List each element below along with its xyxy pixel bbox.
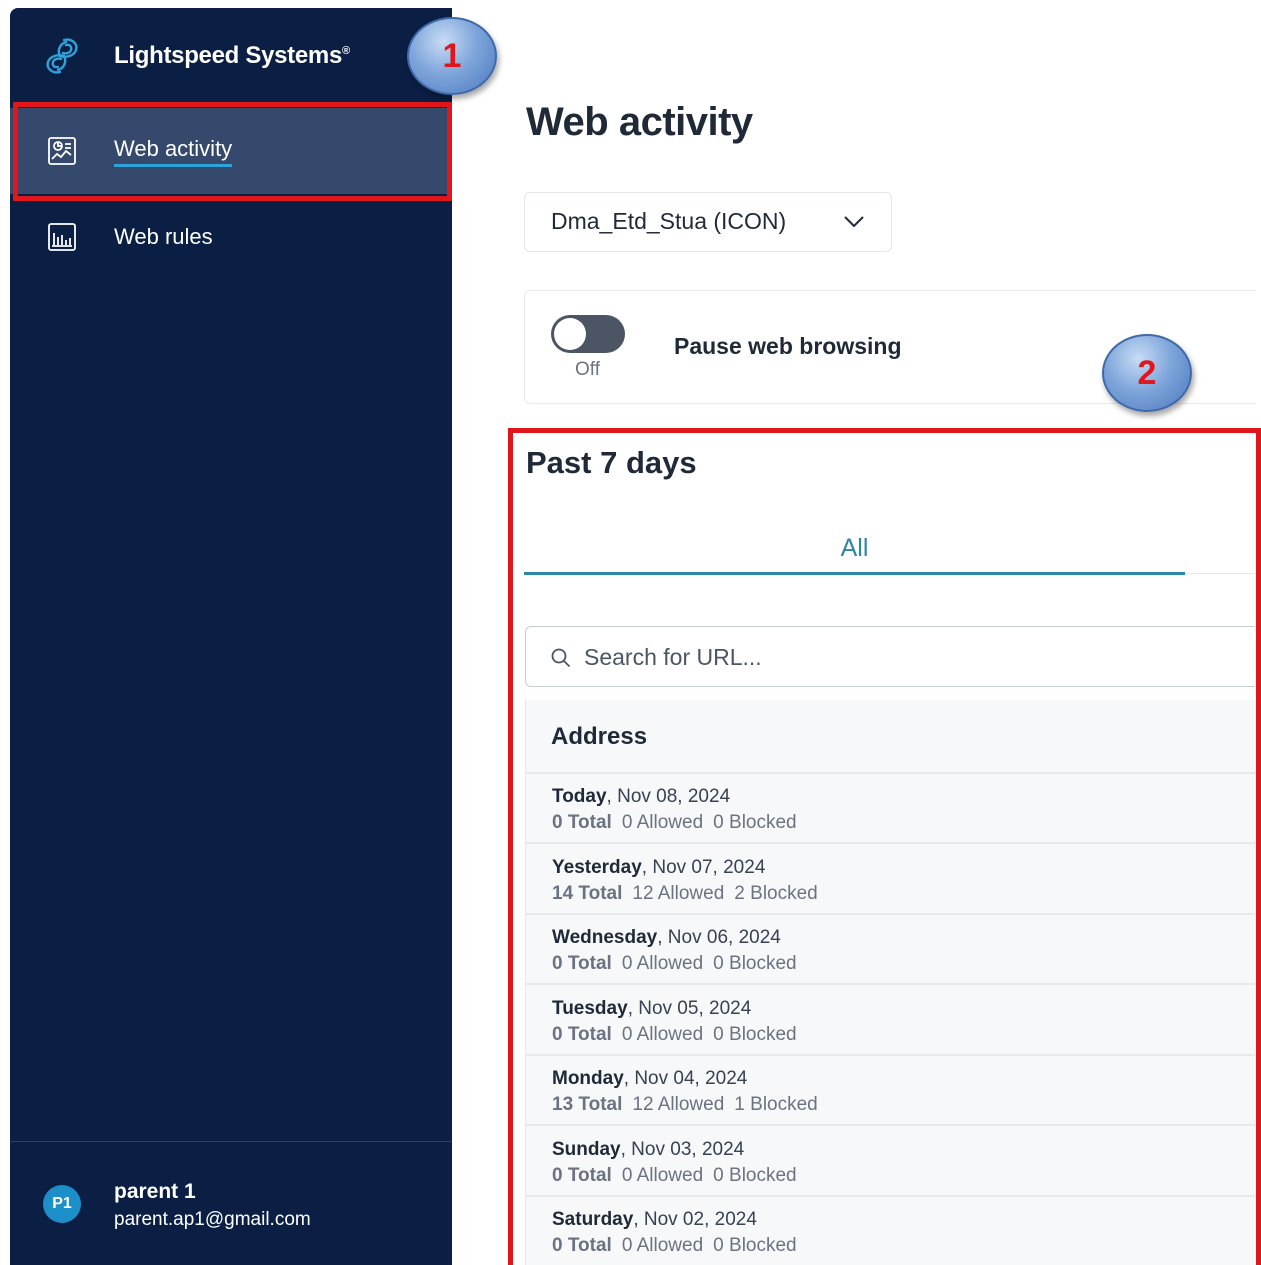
tab-all[interactable]: All <box>524 530 1185 575</box>
lightspeed-logo-icon <box>46 38 78 74</box>
blocked-count: 1 Blocked <box>734 1094 818 1115</box>
user-email: parent.ap1@gmail.com <box>114 1209 311 1230</box>
total-count: 0 Total <box>552 953 612 974</box>
allowed-count: 0 Allowed <box>621 1024 704 1045</box>
table-row[interactable]: Today, Nov 08, 2024 0 Total 0 Allowed 0 Bl… <box>526 774 1255 844</box>
table-header: Address <box>526 700 1255 774</box>
table-row[interactable]: Wednesday, Nov 06, 2024 0 Total 0 Allowed… <box>526 915 1255 985</box>
blocked-count: 0 Blocked <box>713 812 797 833</box>
table-row[interactable]: Saturday, Nov 02, 2024 0 Total 0 Allowed 0… <box>526 1197 1255 1265</box>
annotation-badge-1: 1 <box>407 17 497 95</box>
row-stats: 0 Total 0 Allowed 0 Blocked <box>552 1235 797 1257</box>
row-stats: 14 Total 12 Allowed 2 Blocked <box>552 883 818 905</box>
nav-item-web-activity[interactable]: Web activity <box>10 108 452 194</box>
table-row[interactable]: Monday, Nov 04, 2024 13 Total 12 Allowed 1… <box>526 1056 1255 1126</box>
nav-item-label: Web activity <box>114 136 233 167</box>
allowed-count: 0 Allowed <box>621 953 704 974</box>
user-name: parent 1 <box>114 1180 196 1203</box>
pause-browsing-label: Pause web browsing <box>674 333 902 359</box>
allowed-count: 0 Allowed <box>621 812 704 833</box>
row-date: Yesterday, Nov 07, 2024 <box>552 857 766 878</box>
chevron-down-icon <box>844 216 864 228</box>
brand[interactable]: Lightspeed Systems® <box>40 32 350 80</box>
brand-name: Lightspeed Systems® <box>114 42 350 69</box>
nav-item-label: Web rules <box>114 224 213 249</box>
row-date: Today, Nov 08, 2024 <box>552 786 731 807</box>
total-count: 0 Total <box>552 812 612 833</box>
child-select-value: Dma_Etd_Stua (ICON) <box>551 208 787 234</box>
row-stats: 13 Total 12 Allowed 1 Blocked <box>552 1094 818 1116</box>
table-row[interactable]: Yesterday, Nov 07, 2024 14 Total 12 Allow… <box>526 845 1255 915</box>
pause-browsing-toggle[interactable] <box>551 315 625 353</box>
column-header-address: Address <box>551 723 648 750</box>
activity-table: Address Today, Nov 08, 2024 0 Total 0 All… <box>525 700 1255 1265</box>
total-count: 13 Total <box>552 1094 623 1115</box>
row-date: Sunday, Nov 03, 2024 <box>552 1139 745 1160</box>
total-count: 0 Total <box>552 1165 612 1186</box>
row-stats: 0 Total 0 Allowed 0 Blocked <box>552 812 797 834</box>
allowed-count: 12 Allowed <box>632 883 725 904</box>
total-count: 0 Total <box>552 1235 612 1256</box>
activity-chart-icon <box>48 137 76 165</box>
total-count: 14 Total <box>552 883 623 904</box>
row-stats: 0 Total 0 Allowed 0 Blocked <box>552 1024 797 1046</box>
row-date: Tuesday, Nov 05, 2024 <box>552 998 752 1019</box>
blocked-count: 0 Blocked <box>713 953 797 974</box>
allowed-count: 12 Allowed <box>632 1094 725 1115</box>
row-date: Saturday, Nov 02, 2024 <box>552 1209 757 1230</box>
child-select-dropdown[interactable]: Dma_Etd_Stua (ICON) <box>524 192 892 252</box>
search-icon <box>551 648 570 667</box>
avatar[interactable]: P1 <box>43 1185 81 1223</box>
toggle-knob <box>554 318 586 350</box>
sidebar: Lightspeed Systems® Web activity Web rul… <box>10 8 452 1265</box>
table-row[interactable]: Sunday, Nov 03, 2024 0 Total 0 Allowed 0 B… <box>526 1127 1255 1197</box>
blocked-count: 0 Blocked <box>713 1165 797 1186</box>
section-title: Past 7 days <box>526 445 697 480</box>
bar-chart-icon <box>48 223 76 251</box>
row-date: Monday, Nov 04, 2024 <box>552 1068 748 1089</box>
allowed-count: 0 Allowed <box>621 1235 704 1256</box>
search-input[interactable] <box>584 637 1224 677</box>
table-row[interactable]: Tuesday, Nov 05, 2024 0 Total 0 Allowed 0 … <box>526 986 1255 1056</box>
annotation-badge-2: 2 <box>1102 334 1192 412</box>
toggle-state-label: Off <box>575 359 600 380</box>
search-box <box>525 626 1255 687</box>
row-date: Wednesday, Nov 06, 2024 <box>552 927 781 948</box>
allowed-count: 0 Allowed <box>621 1165 704 1186</box>
sidebar-divider <box>10 1141 452 1142</box>
row-stats: 0 Total 0 Allowed 0 Blocked <box>552 953 797 975</box>
page-title: Web activity <box>526 100 753 144</box>
total-count: 0 Total <box>552 1024 612 1045</box>
blocked-count: 2 Blocked <box>734 883 818 904</box>
nav-item-web-rules[interactable]: Web rules <box>10 194 452 280</box>
blocked-count: 0 Blocked <box>713 1235 797 1256</box>
blocked-count: 0 Blocked <box>713 1024 797 1045</box>
row-stats: 0 Total 0 Allowed 0 Blocked <box>552 1165 797 1187</box>
